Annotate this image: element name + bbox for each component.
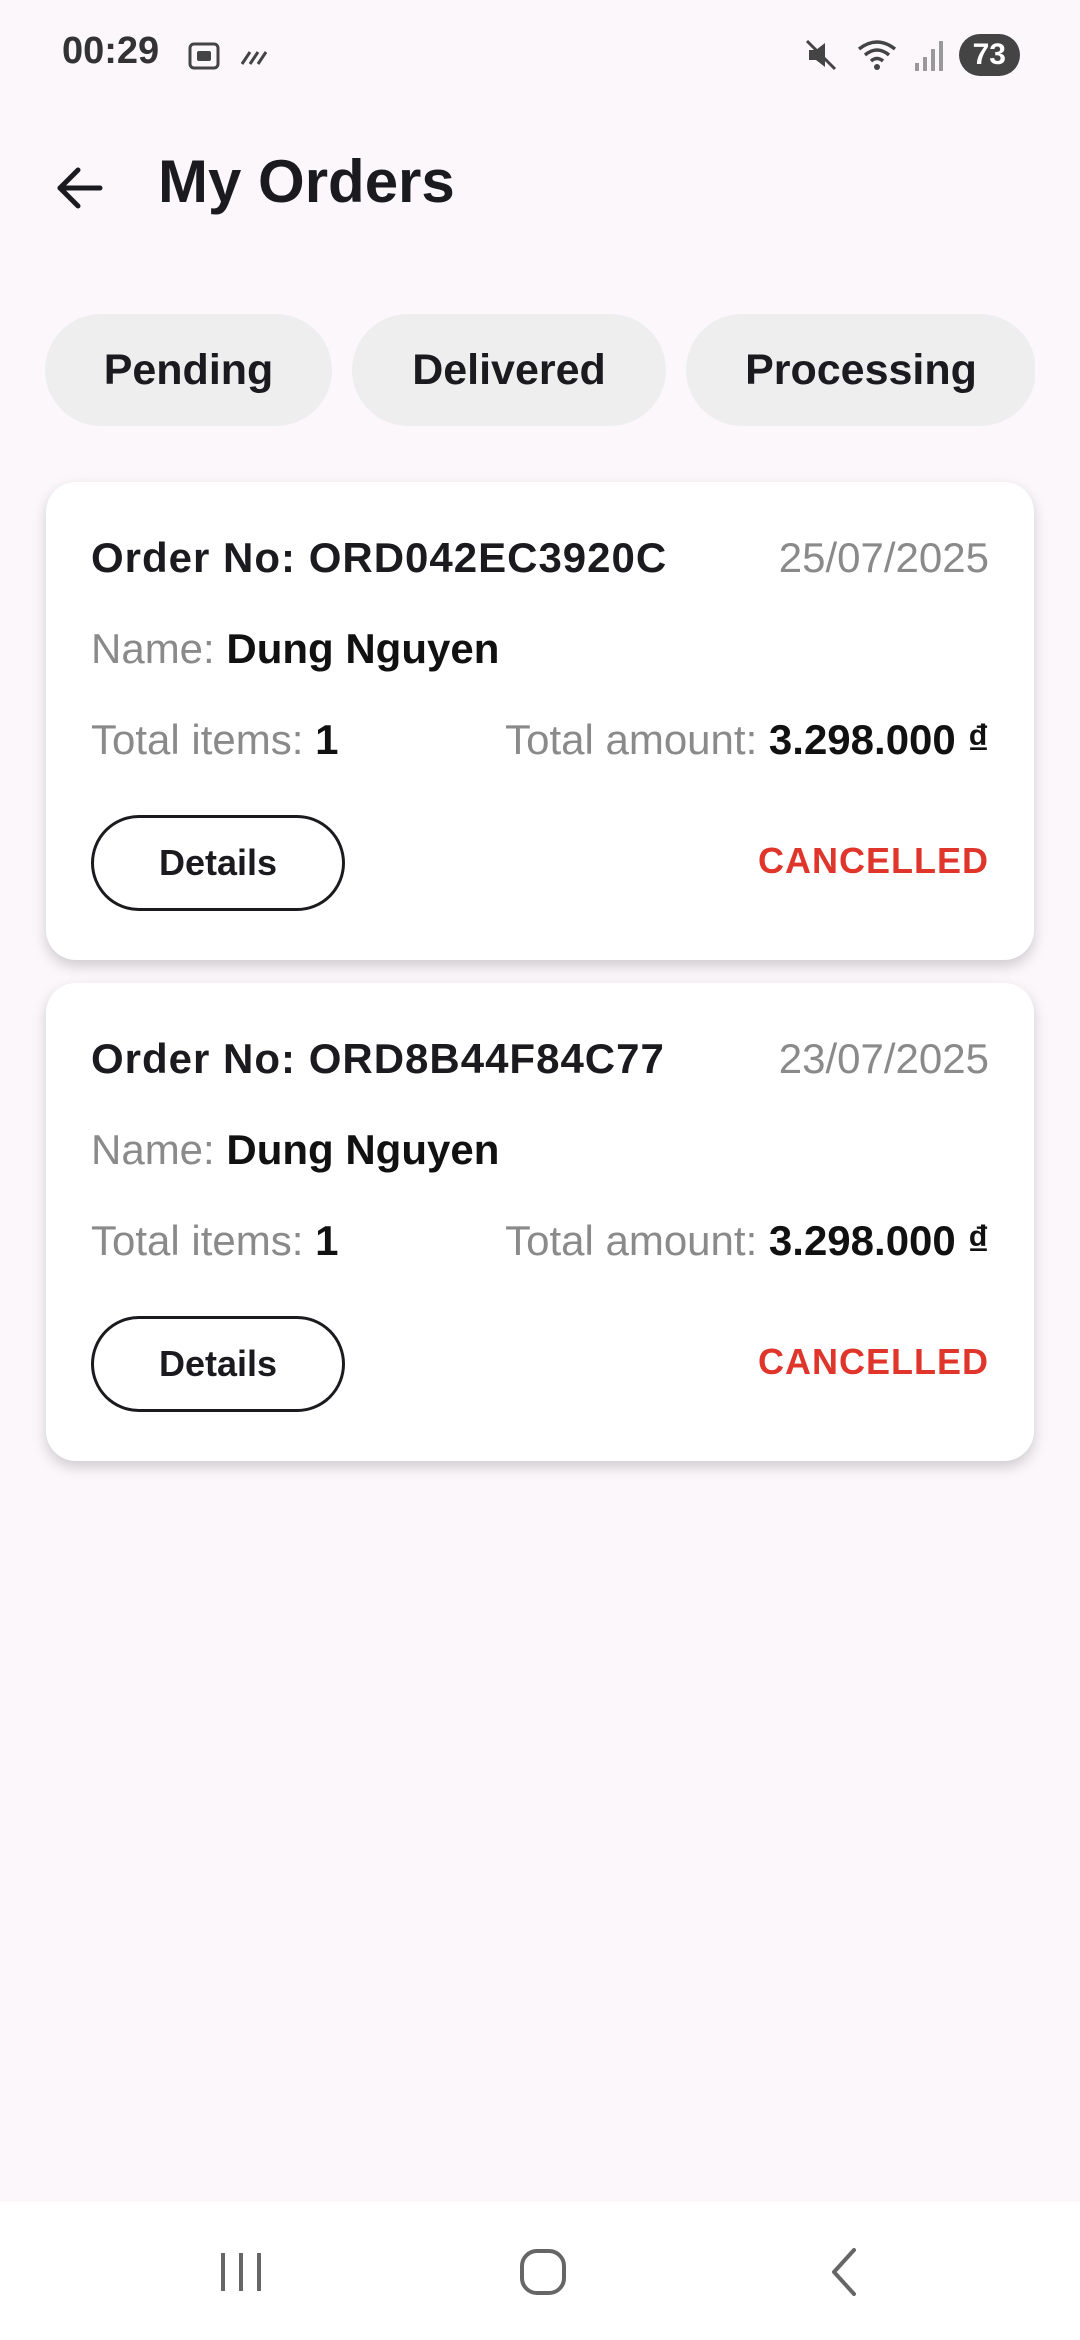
- customer-name: Dung Nguyen: [226, 625, 500, 672]
- customer-name-row: Name: Dung Nguyen: [91, 1126, 499, 1174]
- home-icon: [520, 2249, 566, 2295]
- filter-chip-processing[interactable]: Processing: [686, 314, 1035, 426]
- totals-row: Total items: 1 Total amount: 3.298.000 ₫: [91, 1217, 989, 1265]
- order-header-row: Order No: ORD8B44F84C77 23/07/2025: [91, 1035, 989, 1083]
- order-number: Order No: ORD8B44F84C77: [91, 1035, 665, 1083]
- details-button[interactable]: Details: [91, 815, 345, 911]
- order-date: 23/07/2025: [778, 1035, 989, 1082]
- order-card: Order No: ORD042EC3920C 25/07/2025 Name:…: [46, 482, 1034, 960]
- battery-icon: 73: [958, 34, 1020, 76]
- total-items: Total items: 1: [91, 1217, 338, 1265]
- total-items-label: Total items:: [91, 716, 304, 763]
- filter-chip-pending[interactable]: Pending: [45, 314, 332, 426]
- home-button[interactable]: [498, 2232, 588, 2312]
- details-button[interactable]: Details: [91, 1316, 345, 1412]
- order-status: CANCELLED: [758, 1341, 989, 1382]
- wifi-icon: [857, 40, 896, 70]
- status-left-icons: [186, 38, 272, 74]
- filter-chips: Pending Delivered Processing: [45, 314, 1035, 428]
- order-number-label: Order No:: [91, 534, 297, 581]
- customer-name-label: Name:: [91, 625, 215, 672]
- total-amount: Total amount: 3.298.000 ₫: [505, 1217, 989, 1265]
- total-amount-value: 3.298.000 ₫: [768, 1217, 989, 1264]
- customer-name: Dung Nguyen: [226, 1126, 500, 1173]
- cellular-signal-icon: [914, 41, 943, 71]
- order-date: 25/07/2025: [778, 534, 989, 581]
- total-items: Total items: 1: [91, 716, 338, 764]
- back-icon: [832, 2248, 856, 2296]
- nav-back-button[interactable]: [800, 2232, 890, 2312]
- screenshot-icon: [188, 42, 220, 70]
- total-items-value: 1: [315, 716, 339, 763]
- status-bar: 00:29 73: [0, 0, 1080, 110]
- signal-data-icon: [240, 51, 268, 65]
- back-button[interactable]: [40, 148, 120, 228]
- totals-row: Total items: 1 Total amount: 3.298.000 ₫: [91, 716, 989, 764]
- order-card: Order No: ORD8B44F84C77 23/07/2025 Name:…: [46, 983, 1034, 1461]
- status-right-icons: 73: [801, 34, 1020, 76]
- filter-chip-delivered[interactable]: Delivered: [352, 314, 666, 426]
- status-time: 00:29: [62, 30, 160, 72]
- page-title: My Orders: [158, 148, 455, 215]
- mute-icon: [805, 39, 836, 71]
- recents-button[interactable]: [196, 2232, 286, 2312]
- app-bar: My Orders: [0, 130, 1080, 230]
- system-nav-bar: [0, 2202, 1080, 2340]
- order-number-label: Order No:: [91, 1035, 297, 1082]
- total-amount-label: Total amount:: [505, 1217, 758, 1264]
- order-number-value: ORD042EC3920C: [308, 534, 668, 581]
- arrow-left-icon: [57, 167, 103, 209]
- recents-icon: [221, 2253, 261, 2291]
- customer-name-label: Name:: [91, 1126, 215, 1173]
- total-items-value: 1: [315, 1217, 339, 1264]
- customer-name-row: Name: Dung Nguyen: [91, 625, 499, 673]
- order-number-value: ORD8B44F84C77: [308, 1035, 665, 1082]
- order-status: CANCELLED: [758, 840, 989, 881]
- total-amount: Total amount: 3.298.000 ₫: [505, 716, 989, 764]
- total-amount-value: 3.298.000 ₫: [768, 716, 989, 763]
- order-header-row: Order No: ORD042EC3920C 25/07/2025: [91, 534, 989, 582]
- total-items-label: Total items:: [91, 1217, 304, 1264]
- order-number: Order No: ORD042EC3920C: [91, 534, 667, 582]
- total-amount-label: Total amount:: [505, 716, 758, 763]
